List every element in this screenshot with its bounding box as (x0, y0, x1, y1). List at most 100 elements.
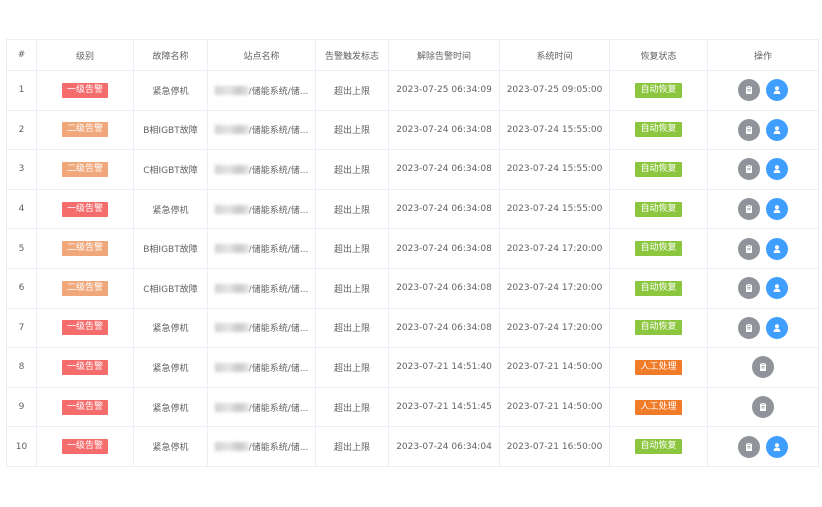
cell-clear-time: 2023-07-24 06:34:08 (388, 267, 500, 309)
cell-index: 2 (6, 109, 37, 151)
assign-user-button[interactable] (766, 277, 788, 300)
cell-site-name: /储能系统/储... (207, 267, 316, 309)
cell-fault-name: 紧急停机 (133, 386, 208, 428)
status-badge: 自动恢复 (635, 122, 682, 138)
assign-user-button[interactable] (766, 435, 788, 458)
redacted-site-prefix (214, 402, 249, 412)
view-detail-button[interactable] (738, 277, 760, 300)
header-system-time: 系统时间 (499, 39, 610, 71)
cell-system-time: 2023-07-21 14:50:00 (499, 386, 610, 428)
cell-system-time: 2023-07-24 15:55:00 (499, 109, 610, 151)
status-badge: 自动恢复 (635, 201, 682, 217)
cell-clear-time: 2023-07-25 06:34:09 (388, 70, 500, 111)
cell-index: 1 (6, 70, 37, 111)
header-fault-name: 故障名称 (133, 39, 208, 71)
cell-system-time: 2023-07-24 17:20:00 (499, 228, 610, 269)
table-body: 1 一级告警 紧急停机/储能系统/储... 超出上限 2023-07-25 06:34:… (6, 70, 819, 467)
cell-site-name: /储能系统/储... (207, 386, 316, 428)
redacted-site-prefix (214, 283, 249, 293)
status-badge: 自动恢复 (635, 241, 682, 257)
cell-site-name: /储能系统/储... (207, 188, 316, 230)
level-tag: 一级告警 (61, 201, 108, 217)
table-row: 1 一级告警 紧急停机/储能系统/储... 超出上限 2023-07-25 06:34:… (6, 70, 819, 111)
cell-fault-name: 紧急停机 (133, 188, 208, 230)
level-tag: 二级告警 (61, 241, 108, 257)
redacted-site-prefix (214, 85, 249, 95)
cell-recovery-status: 人工处理 (609, 347, 708, 388)
header-clear-time: 解除告警时间 (388, 39, 500, 71)
assign-user-button[interactable] (766, 118, 788, 141)
cell-recovery-status: 自动恢复 (609, 149, 708, 190)
view-detail-button[interactable] (752, 356, 774, 379)
table-row: 3 二级告警 C相IGBT故障/储能系统/储... 超出上限 2023-07-24 06… (6, 149, 819, 190)
status-badge: 自动恢复 (635, 161, 682, 177)
cell-clear-time: 2023-07-24 06:34:08 (388, 109, 500, 151)
cell-clear-time: 2023-07-24 06:34:08 (388, 228, 500, 269)
cell-trigger-flag: 超出上限 (315, 70, 389, 111)
redacted-site-prefix (214, 125, 249, 135)
cell-site-name: /储能系统/储... (207, 149, 316, 190)
cell-fault-name: 紧急停机 (133, 426, 208, 467)
cell-clear-time: 2023-07-24 06:34:04 (388, 426, 500, 467)
cell-level: 二级告警 (36, 149, 134, 190)
cell-level: 一级告警 (36, 70, 134, 111)
level-tag: 一级告警 (61, 82, 108, 98)
table-row: 10 一级告警 紧急停机/储能系统/储... 超出上限 2023-07-24 06:34… (6, 426, 819, 467)
cell-clear-time: 2023-07-21 14:51:45 (388, 386, 500, 428)
cell-actions (707, 307, 819, 349)
cell-level: 一级告警 (36, 347, 134, 388)
site-name-text: /储能系统/储... (248, 126, 309, 137)
cell-system-time: 2023-07-21 14:50:00 (499, 347, 610, 388)
cell-system-time: 2023-07-24 15:55:00 (499, 149, 610, 190)
assign-user-button[interactable] (766, 316, 788, 339)
status-badge: 自动恢复 (635, 439, 682, 455)
site-name-text: /储能系统/储... (248, 245, 309, 256)
view-detail-button[interactable] (738, 435, 760, 458)
cell-index: 9 (6, 386, 37, 428)
table-row: 8 一级告警 紧急停机/储能系统/储... 超出上限 2023-07-21 14:51:… (6, 347, 819, 388)
cell-trigger-flag: 超出上限 (315, 267, 389, 309)
assign-user-button[interactable] (766, 198, 788, 221)
cell-system-time: 2023-07-25 09:05:00 (499, 70, 610, 111)
cell-system-time: 2023-07-24 17:20:00 (499, 307, 610, 349)
view-detail-button[interactable] (738, 237, 760, 260)
cell-system-time: 2023-07-24 17:20:00 (499, 267, 610, 309)
header-trigger-flag: 告警触发标志 (315, 39, 389, 71)
cell-recovery-status: 自动恢复 (609, 426, 708, 467)
cell-trigger-flag: 超出上限 (315, 426, 389, 467)
table-row: 5 二级告警 B相IGBT故障/储能系统/储... 超出上限 2023-07-24 06… (6, 228, 819, 269)
table-row: 4 一级告警 紧急停机/储能系统/储... 超出上限 2023-07-24 06:34:… (6, 188, 819, 230)
cell-fault-name: B相IGBT故障 (133, 109, 208, 151)
cell-recovery-status: 自动恢复 (609, 188, 708, 230)
cell-recovery-status: 自动恢复 (609, 109, 708, 151)
cell-trigger-flag: 超出上限 (315, 149, 389, 190)
cell-actions (707, 386, 819, 428)
cell-fault-name: 紧急停机 (133, 70, 208, 111)
alarm-table: # 级别 故障名称 站点名称 告警触发标志 解除告警时间 系统时间 恢复状态 操… (6, 39, 819, 467)
view-detail-button[interactable] (738, 79, 760, 102)
cell-trigger-flag: 超出上限 (315, 347, 389, 388)
cell-actions (707, 149, 819, 190)
cell-system-time: 2023-07-21 16:50:00 (499, 426, 610, 467)
cell-clear-time: 2023-07-24 06:34:08 (388, 188, 500, 230)
cell-trigger-flag: 超出上限 (315, 188, 389, 230)
redacted-site-prefix (214, 362, 249, 372)
cell-recovery-status: 人工处理 (609, 386, 708, 428)
site-name-text: /储能系统/储... (248, 165, 309, 176)
cell-level: 二级告警 (36, 267, 134, 309)
cell-level: 二级告警 (36, 228, 134, 269)
view-detail-button[interactable] (738, 158, 760, 181)
cell-site-name: /储能系统/储... (207, 109, 316, 151)
assign-user-button[interactable] (766, 237, 788, 260)
redacted-site-prefix (214, 323, 249, 333)
assign-user-button[interactable] (766, 158, 788, 181)
view-detail-button[interactable] (738, 316, 760, 339)
assign-user-button[interactable] (766, 79, 788, 102)
cell-level: 二级告警 (36, 109, 134, 151)
view-detail-button[interactable] (752, 396, 774, 419)
cell-index: 10 (6, 426, 37, 467)
cell-index: 8 (6, 347, 37, 388)
view-detail-button[interactable] (738, 198, 760, 221)
view-detail-button[interactable] (738, 118, 760, 141)
cell-trigger-flag: 超出上限 (315, 307, 389, 349)
